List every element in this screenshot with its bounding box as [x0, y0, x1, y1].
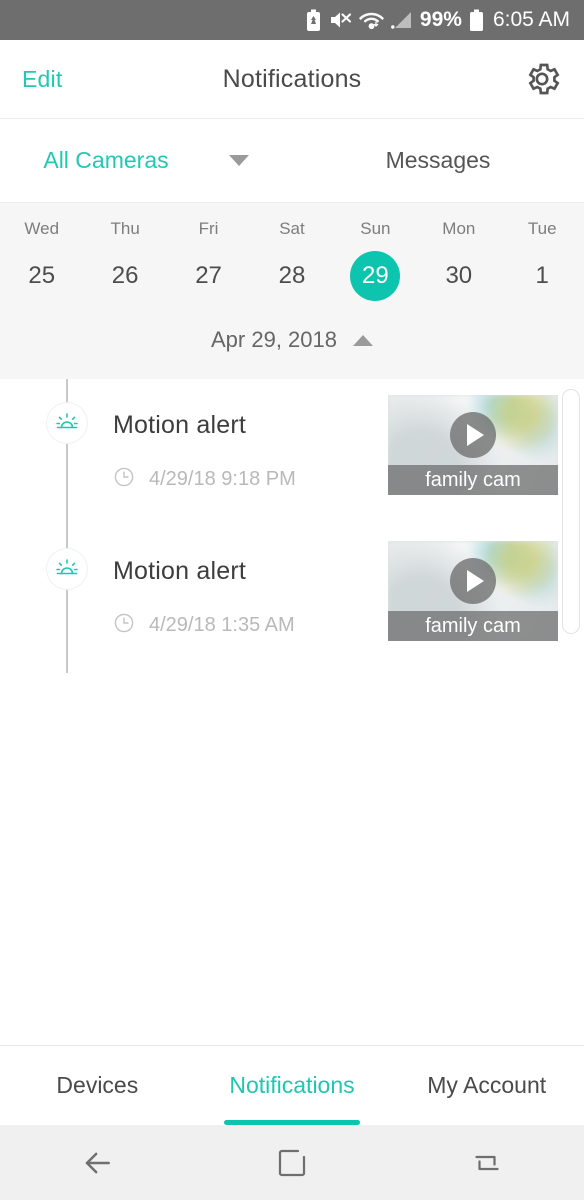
notification-thumbnail[interactable]: family cam — [388, 541, 558, 641]
day-of-week-label: Thu — [110, 219, 140, 238]
day-of-week-label: Tue — [527, 219, 557, 238]
messages-tab[interactable]: Messages — [292, 147, 584, 174]
chevron-down-icon — [228, 155, 249, 166]
motion-sunrise-icon — [47, 549, 87, 589]
camera-filter-label: All Cameras — [43, 147, 169, 173]
notification-body: Motion alert 4/29/18 9:18 PM — [113, 411, 296, 493]
day-of-week-label: Sun — [360, 219, 391, 238]
tab-notifications[interactable]: Notifications — [195, 1046, 390, 1125]
app-bar: Edit Notifications — [0, 40, 584, 119]
notification-title: Motion alert — [113, 411, 247, 439]
thumbnail-camera-label: family cam — [388, 611, 558, 641]
notification-row[interactable]: Motion alert 4/29/18 1:35 AM family cam — [0, 525, 584, 671]
status-bar: 99% 6:05 AM — [0, 0, 584, 40]
day-cell-selected[interactable]: Sun 29 — [334, 219, 417, 301]
day-cell[interactable]: Wed 25 — [0, 219, 83, 301]
tab-my-account[interactable]: My Account — [389, 1046, 584, 1125]
day-number-label: 28 — [278, 262, 306, 289]
tab-devices[interactable]: Devices — [0, 1046, 195, 1125]
day-cell[interactable]: Thu 26 — [83, 219, 166, 301]
day-strip: Wed 25 Thu 26 Fri 27 Sat 28 Sun 29 Mon 3… — [0, 203, 584, 379]
camera-filter-dropdown[interactable]: All Cameras — [0, 147, 292, 174]
back-arrow-icon[interactable] — [0, 1143, 195, 1183]
day-number-label: 26 — [111, 262, 139, 289]
day-number-label: 30 — [445, 262, 473, 289]
notification-timestamp: 4/29/18 1:35 AM — [149, 614, 295, 636]
notification-title: Motion alert — [113, 557, 247, 585]
battery-percent-label: 99% — [419, 8, 462, 31]
clock-icon — [113, 466, 135, 493]
recent-apps-icon[interactable] — [389, 1145, 584, 1181]
clock-icon — [113, 612, 135, 639]
tab-label: Devices — [56, 1072, 139, 1098]
day-number-label: 25 — [28, 262, 56, 289]
android-nav-bar — [0, 1125, 584, 1200]
bottom-tab-bar: Devices Notifications My Account — [0, 1045, 584, 1125]
day-cell[interactable]: Sat 28 — [250, 219, 333, 301]
filter-row: All Cameras Messages — [0, 119, 584, 203]
day-cell[interactable]: Tue 1 — [501, 219, 584, 301]
wifi-icon — [358, 9, 384, 31]
day-number-label: 1 — [535, 262, 549, 289]
chevron-up-icon — [352, 334, 373, 346]
thumbnail-camera-label: family cam — [388, 465, 558, 495]
notification-time-row: 4/29/18 1:35 AM — [113, 612, 295, 639]
day-number-label: 29 — [350, 251, 401, 301]
tab-label: Notifications — [229, 1072, 355, 1098]
play-icon[interactable] — [450, 558, 496, 604]
day-number-label: 27 — [195, 262, 222, 289]
notification-row[interactable]: Motion alert 4/29/18 9:18 PM family cam — [0, 379, 584, 525]
page-title: Notifications — [222, 64, 362, 93]
selected-date-label: Apr 29, 2018 — [211, 327, 337, 352]
play-icon[interactable] — [450, 412, 496, 458]
date-header[interactable]: Apr 29, 2018 — [0, 301, 584, 379]
home-square-icon[interactable] — [195, 1145, 390, 1181]
battery-full-icon — [469, 9, 484, 32]
motion-sunrise-icon — [47, 403, 87, 443]
messages-label: Messages — [385, 147, 491, 173]
day-of-week-label: Mon — [442, 219, 476, 238]
edit-button[interactable]: Edit — [22, 66, 62, 93]
notification-thumbnail[interactable]: family cam — [388, 395, 558, 495]
battery-saver-icon — [305, 9, 322, 32]
gear-icon[interactable] — [522, 59, 562, 99]
status-bar-clock: 6:05 AM — [492, 8, 570, 31]
day-cell[interactable]: Fri 27 — [167, 219, 250, 301]
notification-timestamp: 4/29/18 9:18 PM — [149, 468, 296, 490]
notification-list: Motion alert 4/29/18 9:18 PM family cam — [0, 379, 584, 1069]
mute-icon — [329, 9, 352, 31]
notification-time-row: 4/29/18 9:18 PM — [113, 466, 296, 493]
day-of-week-label: Fri — [198, 219, 219, 238]
day-cell[interactable]: Mon 30 — [417, 219, 500, 301]
day-of-week-label: Sat — [279, 219, 305, 238]
notification-body: Motion alert 4/29/18 1:35 AM — [113, 557, 295, 639]
tab-label: My Account — [427, 1072, 547, 1098]
day-of-week-label: Wed — [24, 219, 60, 238]
day-list: Wed 25 Thu 26 Fri 27 Sat 28 Sun 29 Mon 3… — [0, 219, 584, 301]
cellular-signal-icon — [391, 9, 413, 31]
